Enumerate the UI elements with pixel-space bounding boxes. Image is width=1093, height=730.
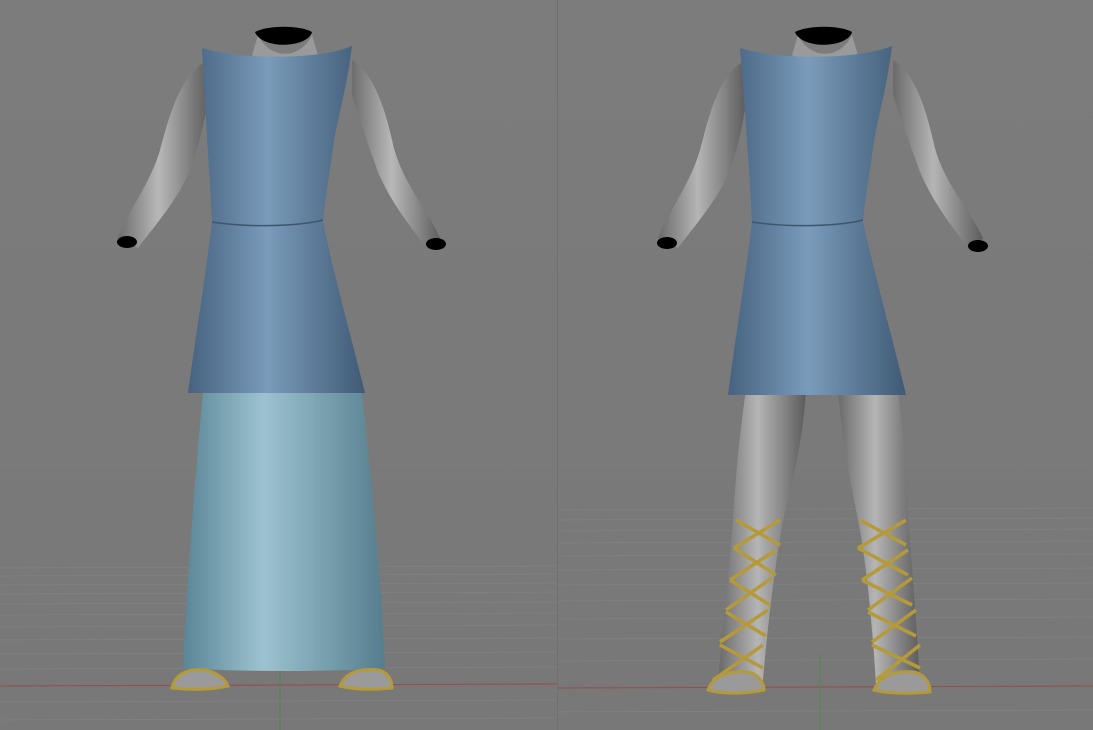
left-arm — [118, 62, 208, 248]
neck-hole — [795, 26, 852, 45]
viewport-left[interactable] — [0, 0, 558, 730]
sandals-right-figure — [706, 670, 932, 695]
left-wrist-cap — [657, 237, 677, 249]
right-wrist-cap — [426, 238, 446, 250]
mannequin-right[interactable] — [657, 26, 988, 695]
ground-grid-right — [558, 507, 1093, 713]
right-wrist-cap — [968, 240, 988, 252]
viewport-right[interactable] — [558, 0, 1093, 730]
right-arm — [893, 60, 983, 252]
mannequin-left[interactable] — [117, 26, 446, 691]
tunic — [188, 46, 365, 393]
grid-axis-x-right — [558, 685, 1093, 689]
left-wrist-cap — [117, 236, 137, 248]
sandals-left-figure — [170, 668, 394, 691]
grid-axis-x-left — [0, 683, 558, 687]
left-arm — [658, 62, 746, 248]
tunic — [728, 46, 906, 395]
modeling-app-window — [0, 0, 1093, 730]
viewport-left-canvas[interactable] — [0, 0, 558, 730]
right-arm — [352, 60, 440, 250]
viewport-right-canvas[interactable] — [558, 0, 1093, 730]
long-skirt — [183, 392, 385, 671]
neck-hole — [255, 26, 312, 45]
